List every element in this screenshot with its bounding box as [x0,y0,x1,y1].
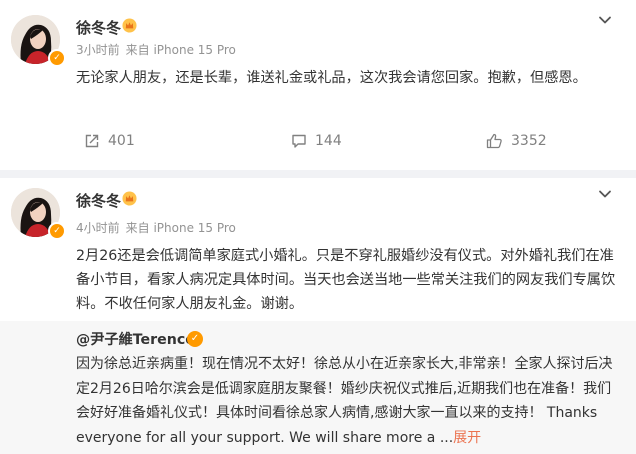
verified-badge-icon: ✓ [48,49,66,67]
post-source: 来自 iPhone 15 Pro [125,221,236,235]
comment-count: 144 [315,133,342,149]
repost-card[interactable]: @尹子維Terence ✓ 因为徐总近亲病重！现在情况不太好！徐总从小在近亲家长… [0,321,636,454]
repost-button[interactable]: 401 [84,129,135,153]
post-time[interactable]: 4小时前 [76,221,120,235]
chevron-down-icon[interactable] [597,12,613,28]
repost-body: 因为徐总近亲病重！现在情况不太好！徐总从小在近亲家长大,非常亲！全家人探讨后决定… [76,356,613,446]
crown-icon [122,18,137,33]
repost-username[interactable]: @尹子維Terence [76,329,195,349]
repost-ellipsis: ... [439,429,454,446]
post-time[interactable]: 3小时前 [76,43,120,57]
post-meta: 3小时前 来自 iPhone 15 Pro [76,41,236,58]
chevron-down-icon[interactable] [597,186,613,202]
like-button[interactable]: 3352 [486,129,547,153]
repost-icon [85,134,99,148]
comment-icon [292,134,306,148]
post-card: ✓ 徐冬冬 4小时前 来自 iPhone 15 Pro 2月26还是会低调简单家庭… [0,178,636,454]
post-text: 2月26还是会低调简单家庭式小婚礼。只是不穿礼服婚纱没有仪式。对外婚礼我们在准备… [76,248,616,312]
action-bar: 401 144 3352 [0,129,636,153]
username[interactable]: 徐冬冬 [76,17,121,38]
post-meta: 4小时前 来自 iPhone 15 Pro [76,219,236,236]
crown-icon [122,191,137,206]
verified-badge-icon: ✓ [48,222,66,240]
username[interactable]: 徐冬冬 [76,190,121,211]
expand-link[interactable]: 展开 [453,430,481,446]
repost-text: 因为徐总近亲病重！现在情况不太好！徐总从小在近亲家长大,非常亲！全家人探讨后决定… [76,352,621,450]
like-count: 3352 [511,133,547,149]
verified-badge-icon: ✓ [187,331,203,347]
post-source: 来自 iPhone 15 Pro [125,43,236,57]
repost-count: 401 [108,133,135,149]
like-icon [486,133,502,149]
comment-button[interactable]: 144 [291,129,342,153]
post-text: 无论家人朋友，还是长辈，谁送礼金或礼品，这次我会请您回家。抱歉，但感恩。 [76,70,587,86]
post-card: ✓ 徐冬冬 3小时前 来自 iPhone 15 Pro 无论家人朋友，还是长辈，谁… [0,0,636,170]
